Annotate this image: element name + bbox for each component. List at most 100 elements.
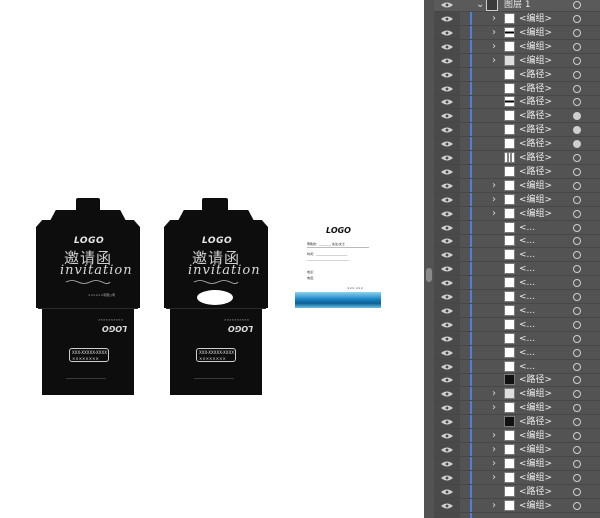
layer-name[interactable]: <... — [519, 221, 535, 235]
target-circle-icon[interactable] — [573, 418, 581, 427]
eye-icon[interactable] — [441, 294, 453, 300]
eye-icon[interactable] — [441, 447, 453, 453]
target-circle-icon[interactable] — [573, 1, 581, 9]
layer-row[interactable]: › <编组> — [434, 26, 600, 40]
layer-name[interactable]: <路径> — [519, 373, 552, 387]
layer-name[interactable]: <编组> — [519, 443, 552, 457]
target-circle-icon[interactable] — [573, 432, 581, 440]
eye-icon[interactable] — [441, 238, 453, 244]
layer-row[interactable]: <... — [434, 318, 600, 332]
layer-name[interactable]: <路径> — [519, 165, 552, 179]
eye-icon[interactable] — [441, 44, 453, 50]
target-circle-icon[interactable] — [573, 390, 581, 399]
chevron-right-icon[interactable]: › — [490, 12, 498, 26]
layer-row[interactable]: <路径> — [434, 137, 600, 152]
layer-name[interactable]: <... — [519, 332, 535, 346]
chevron-right-icon[interactable]: › — [490, 193, 498, 207]
eye-icon[interactable] — [441, 30, 453, 36]
layer-row[interactable]: › <编组> — [434, 179, 600, 193]
layer-name[interactable]: <编组> — [519, 429, 552, 443]
target-circle-icon[interactable] — [573, 154, 581, 162]
chevron-right-icon[interactable]: › — [490, 179, 498, 193]
layer-row[interactable]: <路径> — [434, 373, 600, 388]
eye-icon[interactable] — [441, 225, 453, 231]
chevron-right-icon[interactable]: › — [490, 457, 498, 471]
chevron-down-icon[interactable]: ⌄ — [476, 0, 484, 12]
layer-row[interactable]: › <编组> — [434, 54, 600, 68]
target-circle-icon[interactable] — [573, 181, 581, 190]
target-circle-icon[interactable] — [573, 195, 581, 204]
layer-name[interactable]: <路径> — [519, 68, 552, 82]
eye-icon[interactable] — [441, 16, 453, 22]
layer-name[interactable]: <路径> — [519, 82, 552, 96]
layer-name[interactable]: <... — [519, 262, 535, 276]
target-circle-icon[interactable] — [573, 28, 581, 37]
chevron-right-icon[interactable]: › — [490, 429, 498, 443]
target-circle-icon[interactable] — [573, 293, 581, 301]
layer-name[interactable]: <编组> — [519, 401, 552, 415]
target-circle-icon[interactable] — [573, 126, 581, 135]
layer-row[interactable]: <路径> — [434, 95, 600, 110]
layer-row[interactable]: › <编组> — [434, 207, 600, 221]
eye-icon[interactable] — [441, 377, 453, 383]
layer-name[interactable]: <... — [519, 360, 535, 374]
eye-icon[interactable] — [441, 252, 453, 258]
layer-row[interactable]: <... — [434, 360, 600, 374]
layer-name[interactable]: <... — [519, 276, 535, 290]
eye-icon[interactable] — [441, 433, 453, 439]
target-circle-icon[interactable] — [573, 42, 581, 51]
target-circle-icon[interactable] — [573, 251, 581, 260]
eye-icon[interactable] — [441, 211, 453, 217]
layer-name[interactable]: <编组> — [519, 193, 552, 207]
layer-row[interactable]: › <编组> — [434, 193, 600, 207]
target-circle-icon[interactable] — [573, 487, 581, 496]
layer-row-top[interactable]: ⌄ 图层 1 — [434, 0, 600, 12]
target-circle-icon[interactable] — [573, 140, 581, 149]
eye-icon[interactable] — [441, 99, 453, 105]
artboard-canvas[interactable]: LOGO 邀请函 invitation ××××××有限公司 LOGO ××××… — [0, 0, 424, 518]
layer-row[interactable]: <... — [434, 276, 600, 291]
layer-row[interactable]: <路径> — [434, 109, 600, 124]
target-circle-icon[interactable] — [573, 459, 581, 468]
layer-name[interactable]: <路径> — [519, 95, 552, 109]
target-circle-icon[interactable] — [573, 223, 581, 232]
layer-name[interactable]: <... — [519, 304, 535, 318]
invitation-card[interactable]: LOGO 尊敬的：________ 先生/女士 时间：_____________… — [293, 220, 383, 310]
target-circle-icon[interactable] — [573, 473, 581, 482]
chevron-right-icon[interactable]: › — [490, 54, 498, 68]
layer-row[interactable]: <路径> — [434, 165, 600, 179]
chevron-right-icon[interactable]: › — [490, 443, 498, 457]
chevron-right-icon[interactable]: › — [490, 40, 498, 54]
target-circle-icon[interactable] — [573, 445, 581, 454]
layer-name[interactable]: <编组> — [519, 387, 552, 401]
target-circle-icon[interactable] — [573, 376, 581, 385]
target-circle-icon[interactable] — [573, 112, 581, 121]
target-circle-icon[interactable] — [573, 237, 581, 246]
target-circle-icon[interactable] — [573, 348, 581, 357]
target-circle-icon[interactable] — [573, 404, 581, 413]
eye-icon[interactable] — [441, 489, 453, 495]
layer-row[interactable]: <路径> — [434, 415, 600, 430]
target-circle-icon[interactable] — [573, 306, 581, 315]
layer-name[interactable]: <路径> — [519, 137, 552, 151]
layer-row[interactable]: <路径> — [434, 82, 600, 96]
envelope-left[interactable]: LOGO 邀请函 invitation ××××××有限公司 LOGO ××××… — [36, 198, 140, 398]
target-circle-icon[interactable] — [573, 501, 581, 510]
layer-name[interactable]: <路径> — [519, 123, 552, 137]
layer-name[interactable]: <... — [519, 234, 535, 248]
layer-row[interactable]: <路径> — [434, 68, 600, 82]
layer-row[interactable]: <... — [434, 304, 600, 318]
eye-icon[interactable] — [441, 113, 453, 119]
layer-row[interactable]: <路径> — [434, 123, 600, 138]
target-circle-icon[interactable] — [573, 279, 581, 288]
target-circle-icon[interactable] — [573, 334, 581, 343]
scrollbar-thumb[interactable] — [426, 268, 432, 282]
eye-icon[interactable] — [441, 405, 453, 411]
layer-name[interactable]: <... — [519, 346, 535, 360]
canvas-scrollbar[interactable] — [424, 0, 434, 518]
eye-icon[interactable] — [441, 141, 453, 147]
target-circle-icon[interactable] — [573, 320, 581, 329]
layer-name[interactable]: <路径> — [519, 151, 552, 165]
eye-icon[interactable] — [441, 391, 453, 397]
layer-row[interactable]: <路径> — [434, 151, 600, 165]
